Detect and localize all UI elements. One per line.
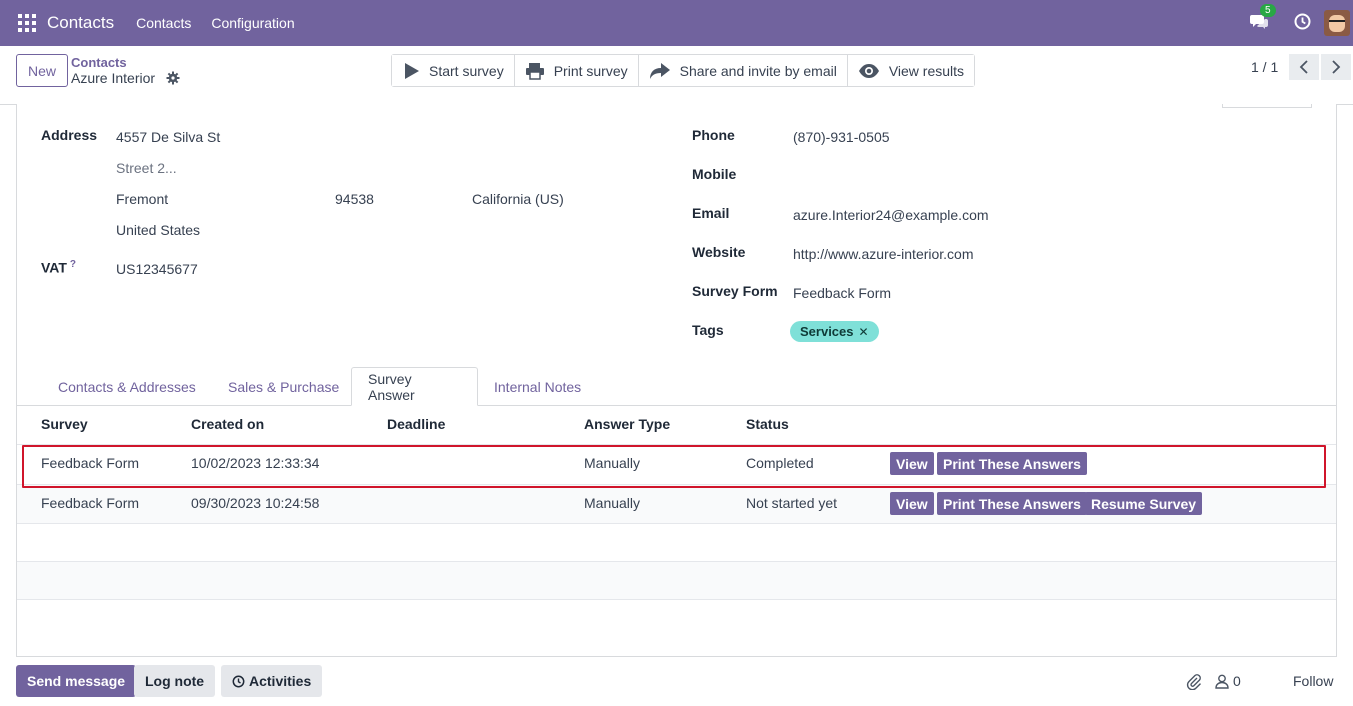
answer-type-cell: Manually: [584, 455, 641, 471]
survey-form-field[interactable]: Feedback Form: [793, 285, 891, 301]
survey-cell: Feedback Form: [41, 455, 140, 471]
control-panel: New Contacts Azure Interior Start survey…: [0, 46, 1353, 105]
column-deadline[interactable]: Deadline: [387, 416, 445, 432]
send-message-button[interactable]: Send message: [16, 665, 137, 697]
activities-button[interactable]: Activities: [221, 665, 323, 697]
tab-sales-purchase[interactable]: Sales & Purchase: [212, 367, 355, 406]
sheet-top-stub: [1222, 104, 1312, 108]
zip-field[interactable]: 94538: [335, 191, 374, 207]
column-status[interactable]: Status: [746, 416, 789, 432]
tag-label: Services: [800, 324, 854, 339]
top-navbar: Contacts Contacts Configuration 5: [0, 0, 1353, 46]
attachment-icon[interactable]: [1186, 673, 1202, 693]
mobile-label: Mobile: [692, 166, 737, 182]
status-cell: Completed: [746, 455, 814, 471]
street2-field[interactable]: Street 2...: [116, 160, 177, 176]
breadcrumb-parent[interactable]: Contacts: [71, 55, 127, 70]
column-answer-type[interactable]: Answer Type: [584, 416, 670, 432]
vat-label: VAT?: [41, 259, 77, 276]
chevron-right-icon: [1332, 60, 1341, 74]
share-invite-label: Share and invite by email: [679, 62, 837, 79]
website-label: Website: [692, 244, 746, 260]
phone-field[interactable]: (870)-931-0505: [793, 129, 890, 145]
clock-icon: [232, 675, 245, 687]
street-field[interactable]: 4557 De Silva St: [116, 129, 220, 145]
pager-previous-button[interactable]: [1289, 54, 1319, 80]
user-avatar[interactable]: [1324, 10, 1350, 36]
log-note-button[interactable]: Log note: [134, 665, 216, 697]
email-field[interactable]: azure.Interior24@example.com: [793, 207, 989, 223]
systray: 5: [1250, 0, 1353, 46]
remove-tag-icon[interactable]: ✕: [859, 325, 869, 339]
website-field[interactable]: http://www.azure-interior.com: [793, 246, 974, 262]
mobile-field[interactable]: [793, 168, 1093, 186]
empty-row: [17, 523, 1336, 561]
email-label: Email: [692, 205, 730, 221]
view-results-label: View results: [888, 62, 965, 79]
tab-internal-notes[interactable]: Internal Notes: [478, 367, 597, 406]
gear-icon[interactable]: [166, 71, 180, 88]
pager-value[interactable]: 1 / 1: [1251, 59, 1278, 75]
survey-form-label: Survey Form: [692, 283, 778, 299]
column-survey[interactable]: Survey: [41, 416, 88, 432]
tab-contacts-addresses[interactable]: Contacts & Addresses: [42, 367, 212, 406]
chevron-left-icon: [1299, 60, 1308, 74]
survey-cell: Feedback Form: [41, 495, 140, 511]
city-field[interactable]: Fremont: [116, 191, 168, 207]
share-invite-button[interactable]: Share and invite by email: [638, 55, 848, 86]
menu-contacts[interactable]: Contacts: [136, 15, 191, 31]
start-survey-label: Start survey: [429, 62, 504, 79]
view-button[interactable]: View: [890, 492, 934, 515]
vat-field[interactable]: US12345677: [116, 261, 198, 277]
messages-icon[interactable]: 5: [1250, 3, 1276, 33]
apps-grid-icon[interactable]: [18, 14, 36, 32]
tag-services[interactable]: Services ✕: [790, 321, 879, 342]
print-answers-button[interactable]: Print These Answers: [937, 452, 1087, 475]
state-field[interactable]: California (US): [472, 191, 564, 207]
status-cell: Not started yet: [746, 495, 838, 511]
column-created-on[interactable]: Created on: [191, 416, 264, 432]
survey-action-buttons: Start survey Print survey Share and invi…: [391, 54, 976, 87]
table-row[interactable]: Feedback Form 09/30/2023 10:24:58 Manual…: [17, 484, 1336, 523]
pager-next-button[interactable]: [1321, 54, 1351, 80]
empty-row: [17, 599, 1336, 637]
print-answers-button[interactable]: Print These Answers: [937, 492, 1087, 515]
tags-label: Tags: [692, 322, 724, 338]
new-button[interactable]: New: [16, 54, 68, 87]
play-icon: [405, 62, 419, 79]
table-row[interactable]: Feedback Form 10/02/2023 12:33:34 Manual…: [17, 444, 1336, 483]
answer-type-cell: Manually: [584, 495, 641, 511]
resume-survey-button[interactable]: Resume Survey: [1085, 492, 1203, 515]
print-survey-button[interactable]: Print survey: [514, 55, 639, 86]
app-name[interactable]: Contacts: [47, 13, 114, 33]
start-survey-button[interactable]: Start survey: [392, 55, 515, 86]
followers-count: 0: [1233, 673, 1241, 689]
tab-survey-answer[interactable]: Survey Answer: [351, 367, 478, 406]
activities-label: Activities: [249, 673, 312, 689]
breadcrumb-current: Azure Interior: [71, 70, 156, 86]
messages-count-badge: 5: [1260, 3, 1276, 17]
printer-icon: [525, 62, 544, 80]
empty-row: [17, 561, 1336, 599]
country-field[interactable]: United States: [116, 222, 200, 238]
vat-help-icon[interactable]: ?: [70, 259, 76, 270]
activity-clock-icon[interactable]: [1294, 13, 1311, 33]
view-results-button[interactable]: View results: [847, 55, 975, 86]
share-icon: [649, 62, 670, 79]
view-button[interactable]: View: [890, 452, 934, 475]
phone-label: Phone: [692, 127, 735, 143]
user-icon: [1215, 674, 1229, 689]
address-label: Address: [41, 127, 98, 143]
followers-button[interactable]: 0: [1215, 673, 1241, 689]
eye-icon: [858, 63, 879, 78]
follow-button[interactable]: Follow: [1293, 673, 1333, 689]
created-on-cell: 09/30/2023 10:24:58: [191, 495, 320, 511]
print-survey-label: Print survey: [553, 62, 628, 79]
created-on-cell: 10/02/2023 12:33:34: [191, 455, 320, 471]
menu-configuration[interactable]: Configuration: [211, 15, 294, 31]
